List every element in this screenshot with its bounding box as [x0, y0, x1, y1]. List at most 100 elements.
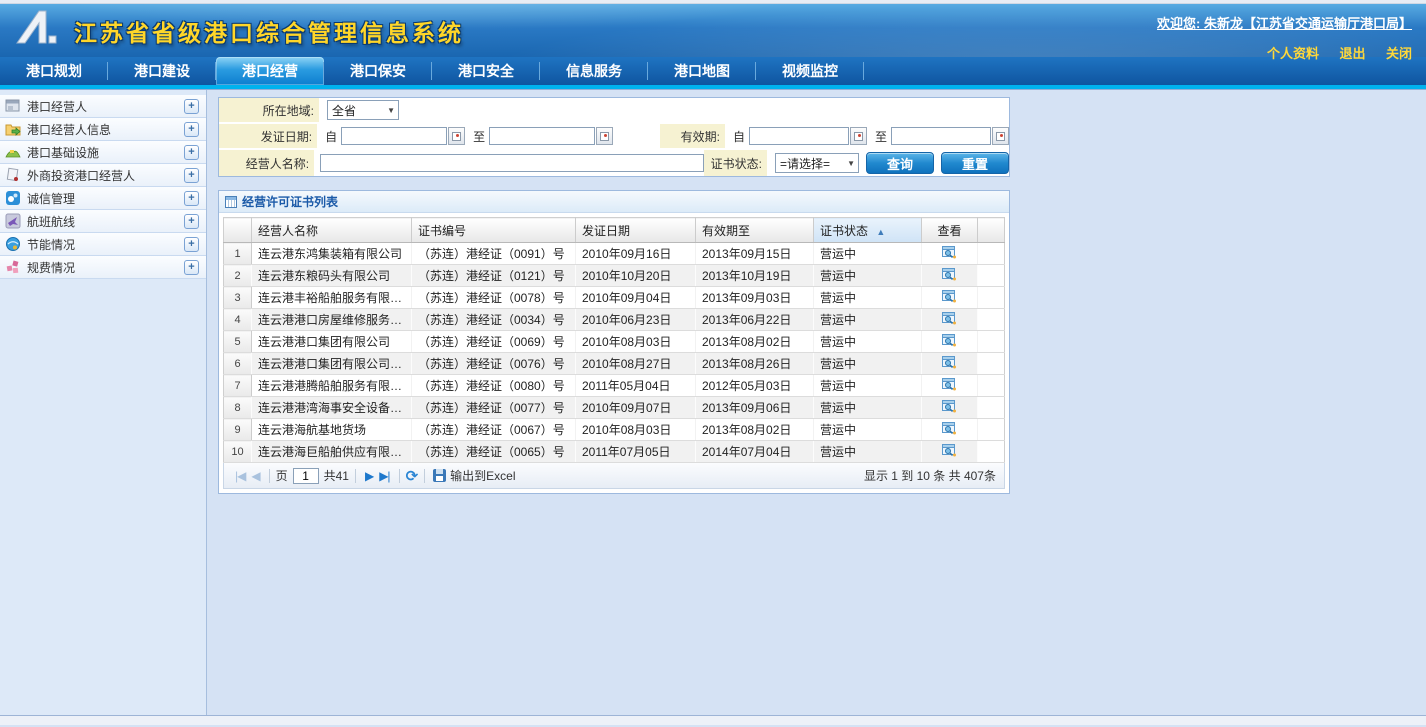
row-number: 6	[224, 353, 252, 375]
table-row[interactable]: 8 连云港港湾海事安全设备有限... （苏连）港经证（0077）号 2010年0…	[224, 397, 1005, 419]
table-row[interactable]: 10 连云港海巨船舶供应有限公司 （苏连）港经证（0065）号 2011年07月…	[224, 441, 1005, 463]
table-row[interactable]: 7 连云港港腾船舶服务有限公司 （苏连）港经证（0080）号 2011年05月0…	[224, 375, 1005, 397]
first-page-button[interactable]: |◀	[235, 469, 245, 483]
column-header-valid-until[interactable]: 有效期至	[696, 218, 814, 243]
nav-tab-port-safety[interactable]: 港口安全	[432, 57, 540, 85]
expand-button[interactable]: +	[184, 191, 199, 206]
view-magnifier-icon	[942, 289, 957, 303]
view-cert-button[interactable]	[922, 419, 978, 441]
row-number: 9	[224, 419, 252, 441]
column-header-cert-no[interactable]: 证书编号	[412, 218, 576, 243]
sidebar-item-flight-routes[interactable]: 航班航线 +	[0, 210, 206, 233]
cert-status-select[interactable]: =请选择= ▼	[775, 153, 859, 173]
column-header-row-number	[224, 218, 252, 243]
flight-route-icon	[5, 213, 23, 229]
from-label: 自	[733, 128, 745, 145]
view-magnifier-icon	[942, 421, 957, 435]
sidebar-item-operator-info[interactable]: 港口经营人信息 +	[0, 118, 206, 141]
table-row[interactable]: 4 连云港港口房屋维修服务公司 （苏连）港经证（0034）号 2010年06月2…	[224, 309, 1005, 331]
nav-tab-video-monitoring[interactable]: 视频监控	[756, 57, 864, 85]
view-cert-button[interactable]	[922, 287, 978, 309]
cell-status: 营运中	[814, 309, 922, 331]
view-cert-button[interactable]	[922, 243, 978, 265]
sidebar-item-fees[interactable]: 规费情况 +	[0, 256, 206, 279]
view-magnifier-icon	[942, 267, 957, 281]
region-select[interactable]: 全省 ▼	[327, 100, 399, 120]
validity-label: 有效期:	[660, 124, 725, 148]
port-operator-icon	[5, 98, 23, 114]
row-number: 4	[224, 309, 252, 331]
next-page-button[interactable]: ▶	[365, 469, 373, 483]
nav-tab-port-map[interactable]: 港口地图	[648, 57, 756, 85]
expand-button[interactable]: +	[184, 122, 199, 137]
row-number: 5	[224, 331, 252, 353]
expand-button[interactable]: +	[184, 214, 199, 229]
view-cert-button[interactable]	[922, 265, 978, 287]
cell-operator-name: 连云港港口房屋维修服务公司	[252, 309, 412, 331]
column-header-cert-status[interactable]: 证书状态 ▲	[814, 218, 922, 243]
view-cert-button[interactable]	[922, 353, 978, 375]
sidebar-item-label: 港口经营人	[27, 98, 184, 115]
valid-to-input[interactable]	[891, 127, 991, 145]
table-row[interactable]: 6 连云港港口集团有限公司轮驳... （苏连）港经证（0076）号 2010年0…	[224, 353, 1005, 375]
view-cert-button[interactable]	[922, 375, 978, 397]
issue-to-calendar-button[interactable]	[596, 127, 613, 145]
divider	[269, 469, 270, 483]
table-row[interactable]: 9 连云港海航基地货场 （苏连）港经证（0067）号 2010年08月03日 2…	[224, 419, 1005, 441]
expand-button[interactable]: +	[184, 168, 199, 183]
issue-from-calendar-button[interactable]	[448, 127, 465, 145]
expand-button[interactable]: +	[184, 237, 199, 252]
profile-link[interactable]: 个人资料	[1267, 46, 1319, 61]
sidebar-item-integrity[interactable]: 诚信管理 +	[0, 187, 206, 210]
operator-name-input[interactable]	[320, 154, 704, 172]
issue-from-input[interactable]	[341, 127, 447, 145]
refresh-button[interactable]: ⟳	[406, 467, 419, 485]
nav-tab-port-planning[interactable]: 港口规划	[0, 57, 108, 85]
nav-tab-information-service[interactable]: 信息服务	[540, 57, 648, 85]
prev-page-button[interactable]: ◀	[251, 469, 259, 483]
bottom-strip	[0, 716, 1426, 725]
table-row[interactable]: 1 连云港东鸿集装箱有限公司 （苏连）港经证（0091）号 2010年09月16…	[224, 243, 1005, 265]
issue-to-input[interactable]	[489, 127, 595, 145]
cell-status: 营运中	[814, 243, 922, 265]
column-header-operator-name[interactable]: 经营人名称	[252, 218, 412, 243]
valid-from-input[interactable]	[749, 127, 849, 145]
record-summary: 显示 1 到 10 条 共 407条	[864, 467, 996, 484]
expand-button[interactable]: +	[184, 145, 199, 160]
nav-tab-port-operation[interactable]: 港口经营	[216, 57, 324, 85]
logout-link[interactable]: 退出	[1340, 46, 1366, 61]
row-number: 3	[224, 287, 252, 309]
divider	[355, 469, 356, 483]
reset-button[interactable]: 重置	[941, 152, 1009, 174]
sidebar-item-foreign-investment[interactable]: 外商投资港口经营人 +	[0, 164, 206, 187]
expand-button[interactable]: +	[184, 260, 199, 275]
valid-to-calendar-button[interactable]	[992, 127, 1009, 145]
cell-issue-date: 2011年07月05日	[576, 441, 696, 463]
view-cert-button[interactable]	[922, 397, 978, 419]
cell-issue-date: 2010年09月16日	[576, 243, 696, 265]
operator-info-icon	[5, 121, 23, 137]
view-cert-button[interactable]	[922, 309, 978, 331]
valid-from-calendar-button[interactable]	[850, 127, 867, 145]
page-input[interactable]	[293, 468, 319, 484]
sidebar-item-infrastructure[interactable]: 港口基础设施 +	[0, 141, 206, 164]
license-list-panel: 经营许可证书列表 经营人名称 证书编号 发证	[218, 190, 1010, 494]
from-label: 自	[325, 128, 337, 145]
nav-tab-port-construction[interactable]: 港口建设	[108, 57, 216, 85]
view-cert-button[interactable]	[922, 441, 978, 463]
cell-operator-name: 连云港丰裕船舶服务有限公司	[252, 287, 412, 309]
sidebar-item-port-operator[interactable]: 港口经营人 +	[0, 95, 206, 118]
close-link[interactable]: 关闭	[1386, 46, 1412, 61]
expand-button[interactable]: +	[184, 99, 199, 114]
table-row[interactable]: 2 连云港东粮码头有限公司 （苏连）港经证（0121）号 2010年10月20日…	[224, 265, 1005, 287]
column-header-filler	[978, 218, 1005, 243]
export-excel-button[interactable]: 输出到Excel	[450, 467, 515, 484]
table-row[interactable]: 3 连云港丰裕船舶服务有限公司 （苏连）港经证（0078）号 2010年09月0…	[224, 287, 1005, 309]
table-row[interactable]: 5 连云港港口集团有限公司 （苏连）港经证（0069）号 2010年08月03日…	[224, 331, 1005, 353]
nav-tab-port-security[interactable]: 港口保安	[324, 57, 432, 85]
view-cert-button[interactable]	[922, 331, 978, 353]
last-page-button[interactable]: ▶|	[379, 469, 389, 483]
query-button[interactable]: 查询	[866, 152, 934, 174]
sidebar-item-energy[interactable]: 节能情况 +	[0, 233, 206, 256]
column-header-issue-date[interactable]: 发证日期	[576, 218, 696, 243]
